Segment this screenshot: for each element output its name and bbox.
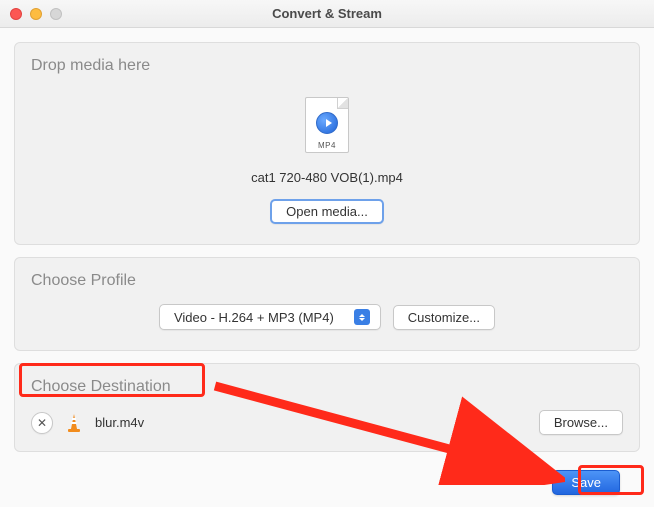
dropzone-panel: Drop media here MP4 cat1 720-480 VOB(1).… bbox=[14, 42, 640, 245]
maximize-window-button bbox=[50, 8, 62, 20]
clear-destination-button[interactable]: ✕ bbox=[31, 412, 53, 434]
profile-row: Video - H.264 + MP3 (MP4) Customize... bbox=[31, 300, 623, 336]
window-title: Convert & Stream bbox=[0, 6, 654, 21]
vlc-cone-icon bbox=[63, 412, 85, 434]
browse-button[interactable]: Browse... bbox=[539, 410, 623, 435]
profile-selected-value: Video - H.264 + MP3 (MP4) bbox=[174, 310, 334, 325]
profile-panel: Choose Profile Video - H.264 + MP3 (MP4)… bbox=[14, 257, 640, 351]
media-filename: cat1 720-480 VOB(1).mp4 bbox=[31, 170, 623, 185]
open-media-button[interactable]: Open media... bbox=[270, 199, 384, 224]
dropzone-area[interactable]: MP4 cat1 720-480 VOB(1).mp4 Open media..… bbox=[31, 85, 623, 230]
file-badge: MP4 bbox=[306, 141, 348, 150]
close-window-button[interactable] bbox=[10, 8, 22, 20]
destination-row: ✕ blur.m4v Browse... bbox=[31, 406, 623, 435]
profile-title: Choose Profile bbox=[31, 272, 623, 290]
footer: Save bbox=[14, 464, 640, 495]
destination-title: Choose Destination bbox=[31, 378, 623, 396]
destination-filename: blur.m4v bbox=[95, 415, 529, 430]
media-file-icon: MP4 bbox=[305, 97, 349, 153]
traffic-lights bbox=[0, 8, 62, 20]
dropzone-title: Drop media here bbox=[31, 57, 623, 75]
quicktime-play-icon bbox=[316, 112, 338, 134]
profile-select[interactable]: Video - H.264 + MP3 (MP4) bbox=[159, 304, 381, 330]
customize-button[interactable]: Customize... bbox=[393, 305, 495, 330]
titlebar: Convert & Stream bbox=[0, 0, 654, 28]
x-icon: ✕ bbox=[37, 416, 47, 430]
select-caret-icon bbox=[354, 309, 370, 325]
destination-panel: Choose Destination ✕ blur.m4v Browse... bbox=[14, 363, 640, 452]
minimize-window-button[interactable] bbox=[30, 8, 42, 20]
window-content: Drop media here MP4 cat1 720-480 VOB(1).… bbox=[0, 28, 654, 505]
save-button[interactable]: Save bbox=[552, 470, 620, 495]
